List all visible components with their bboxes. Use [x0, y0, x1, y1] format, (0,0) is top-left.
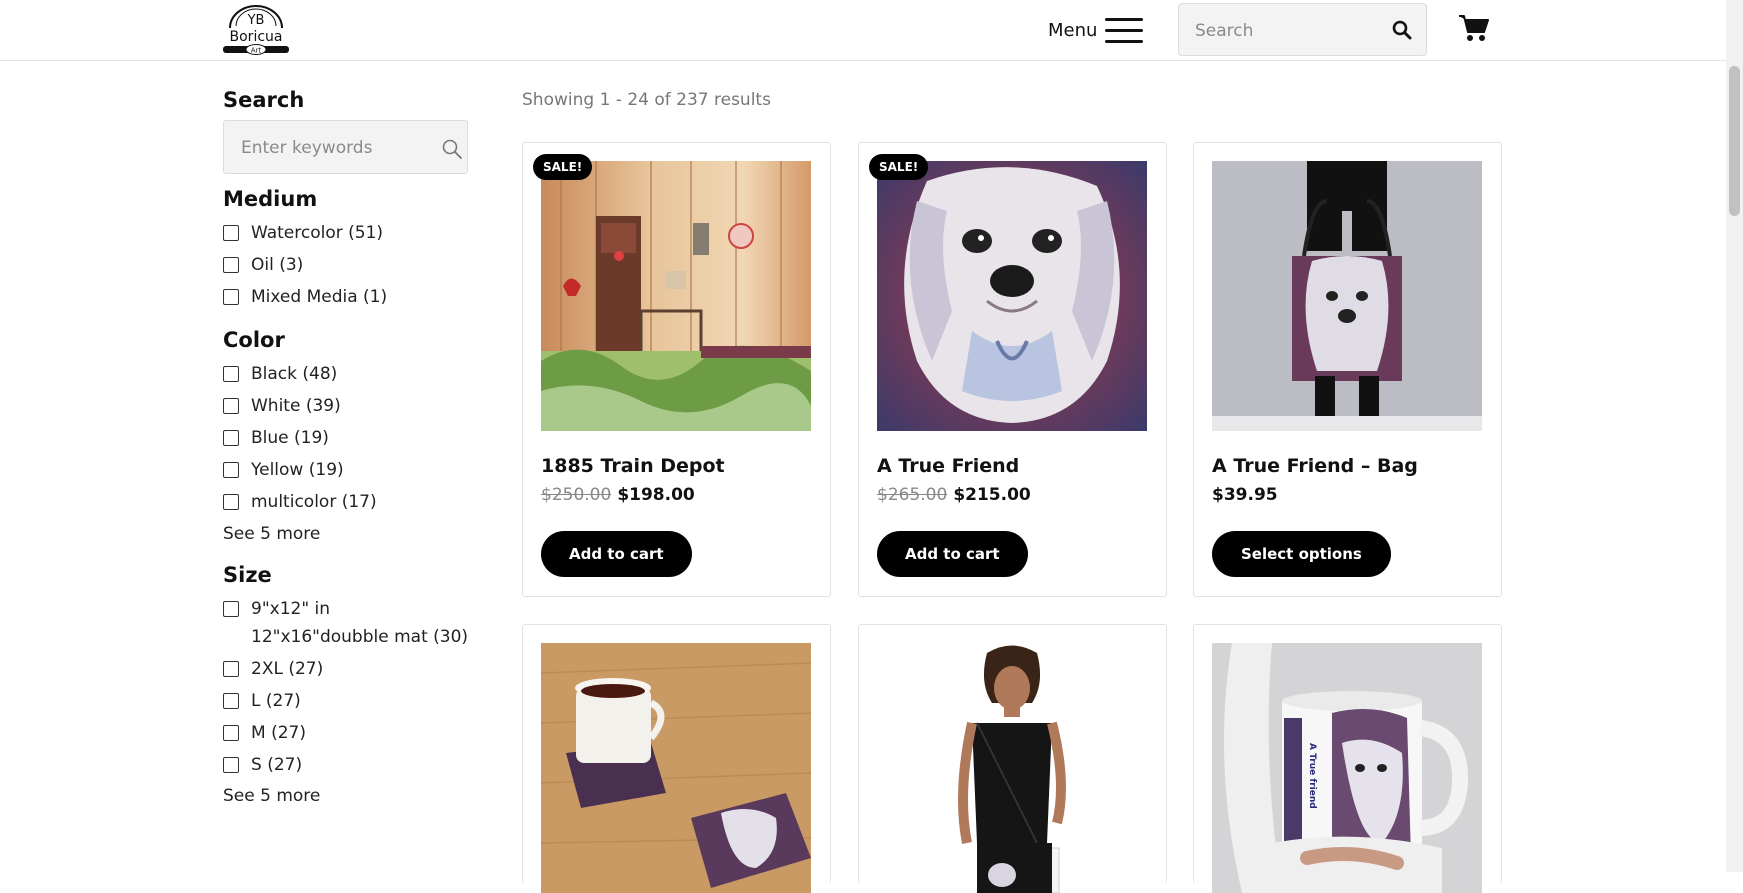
- color-filter-list: Black (48) White (39) Blue (19) Yellow (…: [223, 363, 377, 523]
- checkbox[interactable]: [223, 601, 239, 617]
- checkbox[interactable]: [223, 462, 239, 478]
- results-count: Showing 1 - 24 of 237 results: [522, 90, 771, 110]
- site-header: YB Boricua Art Menu: [0, 0, 1726, 61]
- filter-option-9x12-mat[interactable]: 9"x12" in 12"x16"doubble mat (30): [223, 598, 473, 658]
- filter-option-label: Black (48): [251, 364, 338, 384]
- checkbox[interactable]: [223, 757, 239, 773]
- site-logo[interactable]: YB Boricua Art: [222, 4, 290, 56]
- header-search: [1178, 3, 1427, 56]
- filter-option-yellow[interactable]: Yellow (19): [223, 459, 377, 491]
- checkbox[interactable]: [223, 693, 239, 709]
- product-card: A True Friend – Bag $39.95 Select option…: [1193, 142, 1502, 597]
- product-image-mug[interactable]: A True friend: [1212, 643, 1482, 893]
- sale-badge: SALE!: [533, 154, 593, 180]
- product-price-value: $39.95: [1212, 485, 1278, 505]
- filter-option-watercolor[interactable]: Watercolor (51): [223, 222, 387, 254]
- checkbox[interactable]: [223, 289, 239, 305]
- search-heading: Search: [223, 88, 305, 112]
- filter-option-label: Watercolor (51): [251, 223, 384, 243]
- add-to-cart-button[interactable]: Add to cart: [541, 531, 692, 577]
- filter-option-label: 9"x12" in 12"x16"doubble mat (30): [251, 599, 469, 647]
- filter-option-2xl[interactable]: 2XL (27): [223, 658, 473, 690]
- filter-option-label: Oil (3): [251, 255, 304, 275]
- product-image-coasters[interactable]: [541, 643, 811, 893]
- medium-heading: Medium: [223, 187, 318, 211]
- filter-option-white[interactable]: White (39): [223, 395, 377, 427]
- logo-text-art: Art: [251, 47, 262, 55]
- select-options-button[interactable]: Select options: [1212, 531, 1391, 577]
- filter-option-multicolor[interactable]: multicolor (17): [223, 491, 377, 523]
- product-card: A True friend: [1193, 624, 1502, 893]
- original-price: $250.00: [541, 485, 612, 505]
- filter-option-label: White (39): [251, 396, 341, 416]
- product-title[interactable]: A True Friend: [877, 455, 1019, 477]
- cart-icon[interactable]: [1458, 13, 1490, 47]
- checkbox[interactable]: [223, 430, 239, 446]
- sale-price: $198.00: [617, 485, 695, 505]
- color-heading: Color: [223, 328, 285, 352]
- page-scrollbar[interactable]: [1726, 0, 1743, 872]
- filter-option-label: Blue (19): [251, 428, 329, 448]
- product-image-crossbody-bag[interactable]: [877, 643, 1147, 893]
- filter-option-oil[interactable]: Oil (3): [223, 254, 387, 286]
- product-card: SALE! A True Friend $265.00$215.00 Add: [858, 142, 1167, 597]
- filter-option-black[interactable]: Black (48): [223, 363, 377, 395]
- header-search-input[interactable]: [1193, 16, 1377, 46]
- filter-option-label: Mixed Media (1): [251, 287, 388, 307]
- menu-label: Menu: [1048, 19, 1098, 41]
- filter-option-label: L (27): [251, 691, 301, 711]
- size-see-more-link[interactable]: See 5 more: [223, 786, 320, 806]
- product-card: [522, 624, 831, 893]
- size-filter-list: 9"x12" in 12"x16"doubble mat (30) 2XL (2…: [223, 598, 473, 786]
- color-see-more-link[interactable]: See 5 more: [223, 524, 320, 544]
- product-title[interactable]: A True Friend – Bag: [1212, 455, 1418, 477]
- filter-option-label: Yellow (19): [251, 460, 344, 480]
- mug-print-text: A True friend: [1307, 743, 1317, 809]
- filter-option-m[interactable]: M (27): [223, 722, 473, 754]
- product-image-true-friend[interactable]: [877, 161, 1147, 431]
- keyword-search: [223, 120, 468, 174]
- search-icon[interactable]: [1392, 20, 1412, 44]
- hamburger-icon: [1105, 16, 1144, 44]
- filter-option-label: S (27): [251, 755, 303, 775]
- filter-option-blue[interactable]: Blue (19): [223, 427, 377, 459]
- checkbox[interactable]: [223, 661, 239, 677]
- search-icon[interactable]: [441, 138, 463, 164]
- filter-option-label: 2XL (27): [251, 659, 324, 679]
- checkbox[interactable]: [223, 257, 239, 273]
- original-price: $265.00: [877, 485, 948, 505]
- sale-badge: SALE!: [869, 154, 929, 180]
- product-title[interactable]: 1885 Train Depot: [541, 455, 725, 477]
- medium-filter-list: Watercolor (51) Oil (3) Mixed Media (1): [223, 222, 387, 318]
- logo-text-boricua: Boricua: [230, 29, 283, 45]
- sale-price: $215.00: [953, 485, 1031, 505]
- product-price: $250.00 $198.00: [541, 485, 695, 505]
- product-card: SALE! 1885 Train Depot $250.00 $198.00 A…: [522, 142, 831, 597]
- product-price: $265.00 $215.00: [877, 485, 1031, 505]
- scrollbar-thumb[interactable]: [1729, 66, 1740, 216]
- filter-option-l[interactable]: L (27): [223, 690, 473, 722]
- filter-option-s[interactable]: S (27): [223, 754, 473, 786]
- checkbox[interactable]: [223, 225, 239, 241]
- menu-button[interactable]: Menu: [1048, 12, 1144, 48]
- logo-text-yb: YB: [247, 13, 265, 28]
- product-card: [858, 624, 1167, 893]
- checkbox[interactable]: [223, 494, 239, 510]
- checkbox[interactable]: [223, 398, 239, 414]
- product-price: $39.95: [1212, 485, 1278, 505]
- product-image-train-depot[interactable]: [541, 161, 811, 431]
- filter-option-label: M (27): [251, 723, 306, 743]
- filter-option-label: multicolor (17): [251, 492, 377, 512]
- keyword-search-input[interactable]: [239, 134, 423, 162]
- add-to-cart-button[interactable]: Add to cart: [877, 531, 1028, 577]
- checkbox[interactable]: [223, 725, 239, 741]
- filter-option-mixed-media[interactable]: Mixed Media (1): [223, 286, 387, 318]
- size-heading: Size: [223, 563, 272, 587]
- product-image-tote-bag[interactable]: [1212, 161, 1482, 431]
- checkbox[interactable]: [223, 366, 239, 382]
